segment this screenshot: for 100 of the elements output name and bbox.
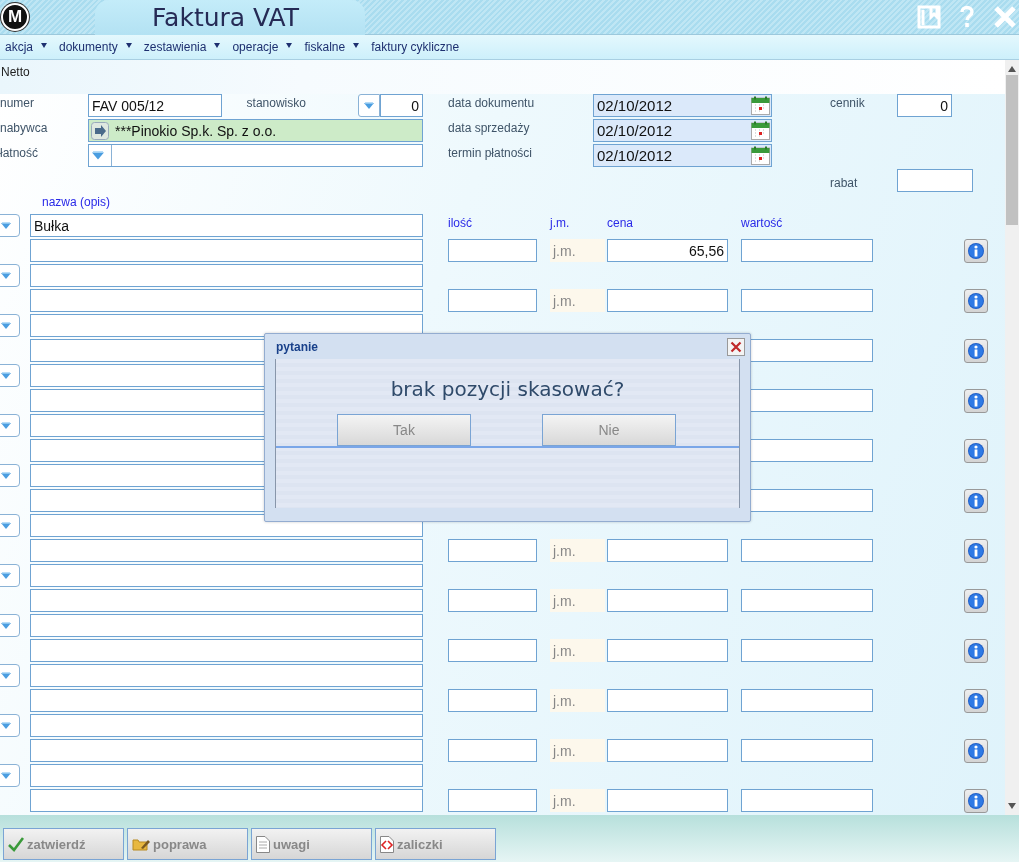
scrollbar-thumb[interactable] bbox=[1006, 75, 1018, 225]
buyer-field[interactable]: ***Pinokio Sp.k. Sp. z o.o. bbox=[88, 119, 423, 142]
name-field[interactable] bbox=[30, 314, 423, 337]
info-button[interactable] bbox=[964, 689, 988, 713]
price-field[interactable] bbox=[607, 589, 728, 612]
calendar-icon[interactable] bbox=[751, 121, 770, 140]
close-icon[interactable] bbox=[993, 5, 1017, 29]
value-field[interactable] bbox=[741, 239, 873, 262]
name-field[interactable] bbox=[30, 289, 423, 312]
info-button[interactable] bbox=[964, 639, 988, 663]
calendar-icon[interactable] bbox=[751, 96, 770, 115]
date-field[interactable]: 02/10/2012 bbox=[593, 119, 772, 142]
name-field[interactable] bbox=[30, 564, 423, 587]
dropdown-button[interactable] bbox=[0, 414, 20, 437]
name-field[interactable] bbox=[30, 539, 423, 562]
quantity-field[interactable] bbox=[448, 539, 537, 562]
close-button[interactable] bbox=[727, 337, 745, 356]
quantity-field[interactable] bbox=[448, 239, 537, 262]
dropdown-icon[interactable] bbox=[91, 145, 112, 166]
help-icon[interactable] bbox=[959, 5, 975, 29]
name-field[interactable] bbox=[30, 789, 423, 812]
dropdown-button[interactable] bbox=[0, 564, 20, 587]
name-field[interactable] bbox=[30, 739, 423, 762]
payment-field[interactable] bbox=[88, 144, 423, 167]
info-button[interactable] bbox=[964, 289, 988, 313]
name-field[interactable]: Bułka bbox=[30, 214, 423, 237]
dropdown-button[interactable] bbox=[0, 514, 20, 537]
dropdown-button[interactable] bbox=[0, 314, 20, 337]
price-field[interactable] bbox=[607, 539, 728, 562]
name-field[interactable] bbox=[30, 614, 423, 637]
menu-item[interactable]: faktury cykliczne bbox=[371, 40, 460, 54]
menu-item[interactable]: zestawienia bbox=[143, 40, 207, 54]
dropdown-button[interactable] bbox=[0, 664, 20, 687]
menu-item[interactable]: operacje bbox=[232, 40, 279, 54]
dropdown-arrow-icon bbox=[0, 371, 12, 380]
price-list-field[interactable]: 0 bbox=[897, 94, 952, 117]
dropdown-button[interactable] bbox=[0, 464, 20, 487]
quantity-field[interactable] bbox=[448, 589, 537, 612]
value-field[interactable] bbox=[741, 739, 873, 762]
app-logo[interactable]: M bbox=[1, 3, 29, 31]
info-button[interactable] bbox=[964, 739, 988, 763]
name-field[interactable] bbox=[30, 714, 423, 737]
value-field[interactable] bbox=[741, 589, 873, 612]
menu-item[interactable]: dokumenty bbox=[59, 40, 118, 54]
price-field[interactable] bbox=[607, 689, 728, 712]
quantity-field[interactable] bbox=[448, 289, 537, 312]
price-field[interactable]: 65,56 bbox=[607, 239, 728, 262]
quantity-field[interactable] bbox=[448, 689, 537, 712]
info-button[interactable] bbox=[964, 539, 988, 563]
name-field[interactable] bbox=[30, 639, 423, 662]
number-field[interactable]: FAV 005/12 bbox=[88, 94, 222, 117]
bookmark-icon[interactable] bbox=[917, 5, 941, 29]
price-field[interactable] bbox=[607, 739, 728, 762]
menu-item[interactable]: fiskalne bbox=[304, 40, 346, 54]
calendar-icon[interactable] bbox=[751, 146, 770, 165]
scroll-up-icon[interactable] bbox=[1008, 66, 1016, 72]
date-value: 02/10/2012 bbox=[597, 97, 673, 114]
quantity-field[interactable] bbox=[448, 789, 537, 812]
name-field[interactable] bbox=[30, 764, 423, 787]
info-button[interactable] bbox=[964, 389, 988, 413]
value-field[interactable] bbox=[741, 539, 873, 562]
quantity-field[interactable] bbox=[448, 739, 537, 762]
dropdown-arrow-icon bbox=[0, 471, 12, 480]
price-field[interactable] bbox=[607, 639, 728, 662]
dropdown-button[interactable] bbox=[0, 614, 20, 637]
quantity-field[interactable] bbox=[448, 639, 537, 662]
dropdown-button[interactable] bbox=[358, 94, 381, 117]
dropdown-button[interactable] bbox=[0, 214, 20, 237]
info-button[interactable] bbox=[964, 239, 988, 263]
name-field[interactable] bbox=[30, 239, 423, 262]
name-field[interactable] bbox=[30, 264, 423, 287]
scroll-down-icon[interactable] bbox=[1008, 803, 1016, 809]
info-button[interactable] bbox=[964, 589, 988, 613]
netto-tab[interactable]: Netto bbox=[1, 65, 30, 79]
date-field[interactable]: 02/10/2012 bbox=[593, 144, 772, 167]
value-field[interactable] bbox=[741, 639, 873, 662]
info-button[interactable] bbox=[964, 489, 988, 513]
date-field[interactable]: 02/10/2012 bbox=[593, 94, 772, 117]
name-field[interactable] bbox=[30, 664, 423, 687]
dropdown-button[interactable] bbox=[0, 264, 20, 287]
name-field[interactable] bbox=[30, 689, 423, 712]
info-button[interactable] bbox=[964, 439, 988, 463]
dropdown-button[interactable] bbox=[0, 714, 20, 737]
station-field[interactable]: 0 bbox=[380, 94, 423, 117]
discount-field[interactable] bbox=[897, 169, 973, 192]
dropdown-button[interactable] bbox=[0, 364, 20, 387]
price-field[interactable] bbox=[607, 789, 728, 812]
dropdown-arrow-icon bbox=[0, 721, 12, 730]
menu-item[interactable]: akcja bbox=[5, 40, 33, 54]
value-field[interactable] bbox=[741, 789, 873, 812]
name-field[interactable] bbox=[30, 589, 423, 612]
dropdown-arrow-icon bbox=[0, 221, 12, 230]
value-field[interactable] bbox=[741, 689, 873, 712]
scrollbar[interactable] bbox=[1005, 60, 1019, 815]
value-field[interactable] bbox=[741, 289, 873, 312]
dropdown-button[interactable] bbox=[0, 764, 20, 787]
column-header: cena bbox=[607, 216, 635, 230]
info-button[interactable] bbox=[964, 339, 988, 363]
price-field[interactable] bbox=[607, 289, 728, 312]
info-button[interactable] bbox=[964, 789, 988, 813]
